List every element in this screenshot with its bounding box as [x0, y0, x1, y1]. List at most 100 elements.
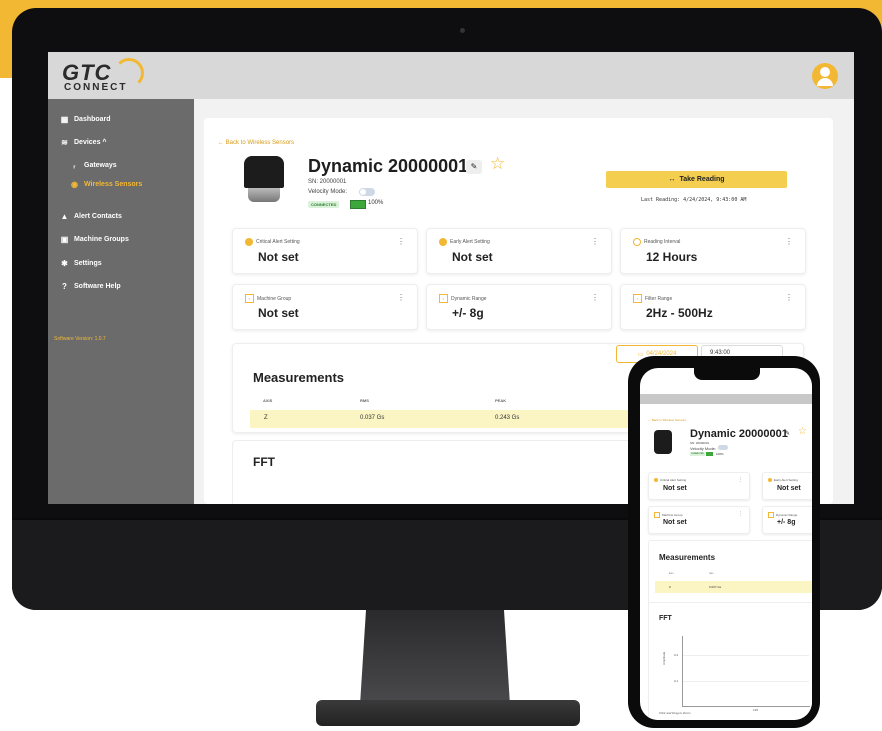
fft-y-label: Amplitude [662, 651, 666, 665]
sidebar-item-settings[interactable]: ✱ Settings [60, 259, 102, 268]
card-filter-range[interactable]: ▪ Filter Range 2Hz - 500Hz ⋮ [620, 284, 806, 330]
help-icon: ? [62, 282, 67, 291]
range-icon: ▪ [439, 294, 448, 303]
sidebar-item-label: Settings [74, 260, 102, 267]
y-tick: 0.2 [674, 653, 679, 657]
wireless-icon: ◉ [71, 180, 78, 189]
sidebar-item-wireless-sensors[interactable]: ◉ Wireless Sensors [70, 180, 142, 189]
phone-sensor-image [654, 430, 672, 454]
cell-rms: 0.037 Gs [709, 585, 722, 589]
phone-fft-card: FFT Amplitude 0.2 0.1 125 Click and Drag… [648, 602, 812, 720]
phone-edit-pencil-icon[interactable]: ✎ [785, 430, 790, 437]
phone-status-badge: CONNECTED [690, 452, 705, 456]
more-menu-icon[interactable]: ⋮ [397, 237, 405, 246]
phone-velocity-toggle[interactable] [718, 445, 728, 450]
gateway-icon: ᵣ [73, 161, 76, 170]
edit-pencil-icon[interactable]: ✎ [466, 160, 482, 174]
sidebar-item-software-help[interactable]: ? Software Help [60, 282, 121, 291]
card-early-alert[interactable]: Early Alert Setting Not set ⋮ [426, 228, 612, 274]
phone-battery-icon [706, 452, 713, 456]
phone-card-dynamic-range[interactable]: Dynamic Range +/- 8g [762, 506, 812, 534]
phone-measurements-card: Measurements AXIS RMS Z 0.037 Gs [648, 540, 812, 608]
bell-icon: ▲ [60, 212, 69, 221]
column-header-rms: RMS [709, 573, 714, 575]
phone-card-machine-group[interactable]: Machine Group Not set ⋮ [648, 506, 750, 534]
gtc-connect-logo[interactable]: GTC CONNECT [62, 58, 144, 96]
alert-dot-icon [439, 238, 447, 246]
sidebar-item-label: Gateways [84, 162, 117, 169]
camera-dot [460, 28, 465, 33]
gear-icon: ✱ [61, 259, 68, 268]
fft-y-axis [682, 636, 683, 706]
table-row [655, 581, 812, 593]
more-menu-icon[interactable]: ⋮ [397, 293, 405, 302]
status-badge: CONNECTED [308, 201, 340, 208]
cell-peak: 0.243 Gs [495, 415, 520, 421]
sidebar-item-dashboard[interactable]: ▦ Dashboard [60, 115, 111, 124]
sensor-image [244, 156, 284, 204]
sidebar-item-label: Software Help [74, 283, 121, 290]
page-title: Dynamic 20000001 [308, 156, 469, 176]
phone-top-bar [640, 394, 812, 404]
phone-battery-percent: 100% [716, 452, 724, 456]
more-menu-icon[interactable]: ⋮ [591, 237, 599, 246]
user-avatar-icon[interactable] [812, 63, 838, 89]
machine-group-icon: ▣ [60, 235, 69, 244]
alert-dot-icon [768, 478, 772, 482]
phone-back-link[interactable]: ← Back to Wireless Sensors [648, 418, 686, 422]
fft-x-axis [682, 706, 810, 707]
phone-serial-number: SN: 20000001 [690, 441, 710, 445]
velocity-mode-toggle[interactable] [359, 188, 375, 196]
filter-icon: ▪ [633, 294, 642, 303]
card-reading-interval[interactable]: Reading Interval 12 Hours ⋮ [620, 228, 806, 274]
range-icon [768, 512, 774, 518]
calendar-icon: ▭ [637, 351, 644, 358]
battery-percent: 100% [368, 200, 384, 206]
velocity-mode-label: Velocity Mode: [308, 189, 348, 195]
sidebar: ▦ Dashboard ≋ Devices ^ ᵣ Gateways ◉ Wir… [48, 99, 194, 504]
group-icon [654, 512, 660, 518]
monitor-base [316, 700, 580, 726]
alert-dot-icon [245, 238, 253, 246]
sidebar-item-label: Devices ^ [74, 139, 107, 146]
last-reading-text: Last Reading: 4/24/2024, 9:43:00 AM [641, 197, 747, 203]
alert-dot-icon [654, 478, 658, 482]
monitor-stand [360, 610, 510, 705]
sidebar-item-gateways[interactable]: ᵣ Gateways [70, 161, 117, 170]
more-menu-icon[interactable]: ⋮ [738, 477, 743, 483]
phone-card-critical-alert[interactable]: Critical Alert Setting Not set ⋮ [648, 472, 750, 500]
fft-title: FFT [253, 455, 275, 469]
column-header-axis: AXIS [263, 398, 273, 403]
cell-rms: 0.037 Gs [360, 415, 385, 421]
column-header-rms: RMS [360, 398, 369, 403]
phone-favorite-star-icon[interactable]: ☆ [798, 426, 807, 437]
zoom-hint: Click and Drag to Zoom [659, 711, 691, 715]
sidebar-item-label: Alert Contacts [74, 213, 122, 220]
more-menu-icon[interactable]: ⋮ [738, 511, 743, 517]
x-tick: 125 [753, 708, 759, 712]
phone-notch [694, 368, 760, 380]
software-version: Software Version: 1.0.7 [54, 336, 106, 342]
battery-icon [350, 200, 366, 209]
sidebar-item-devices[interactable]: ≋ Devices ^ [60, 138, 107, 147]
serial-number: SN: 20000001 [308, 179, 347, 185]
sidebar-item-alert-contacts[interactable]: ▲ Alert Contacts [60, 212, 122, 221]
phone-screen: ← Back to Wireless Sensors Dynamic 20000… [640, 368, 812, 720]
back-link[interactable]: ← Back to Wireless Sensors [218, 140, 294, 146]
more-menu-icon[interactable]: ⋮ [591, 293, 599, 302]
card-dynamic-range[interactable]: ▪ Dynamic Range +/- 8g ⋮ [426, 284, 612, 330]
y-tick: 0.1 [674, 679, 679, 683]
column-header-peak: PEAK [495, 398, 507, 403]
clock-icon [633, 238, 641, 246]
sidebar-item-label: Dashboard [74, 116, 111, 123]
phone-card-early-alert[interactable]: Early Alert Setting Not set [762, 472, 812, 500]
column-header-axis: AXIS [669, 573, 674, 575]
card-critical-alert[interactable]: Critical Alert Setting Not set ⋮ [232, 228, 418, 274]
favorite-star-icon[interactable]: ☆ [490, 154, 505, 174]
sidebar-item-machine-groups[interactable]: ▣ Machine Groups [60, 235, 129, 244]
card-machine-group[interactable]: ▪ Machine Group Not set ⋮ [232, 284, 418, 330]
more-menu-icon[interactable]: ⋮ [785, 237, 793, 246]
more-menu-icon[interactable]: ⋮ [785, 293, 793, 302]
top-bar: GTC CONNECT [48, 52, 854, 99]
take-reading-button[interactable]: ↔ Take Reading [606, 171, 787, 188]
